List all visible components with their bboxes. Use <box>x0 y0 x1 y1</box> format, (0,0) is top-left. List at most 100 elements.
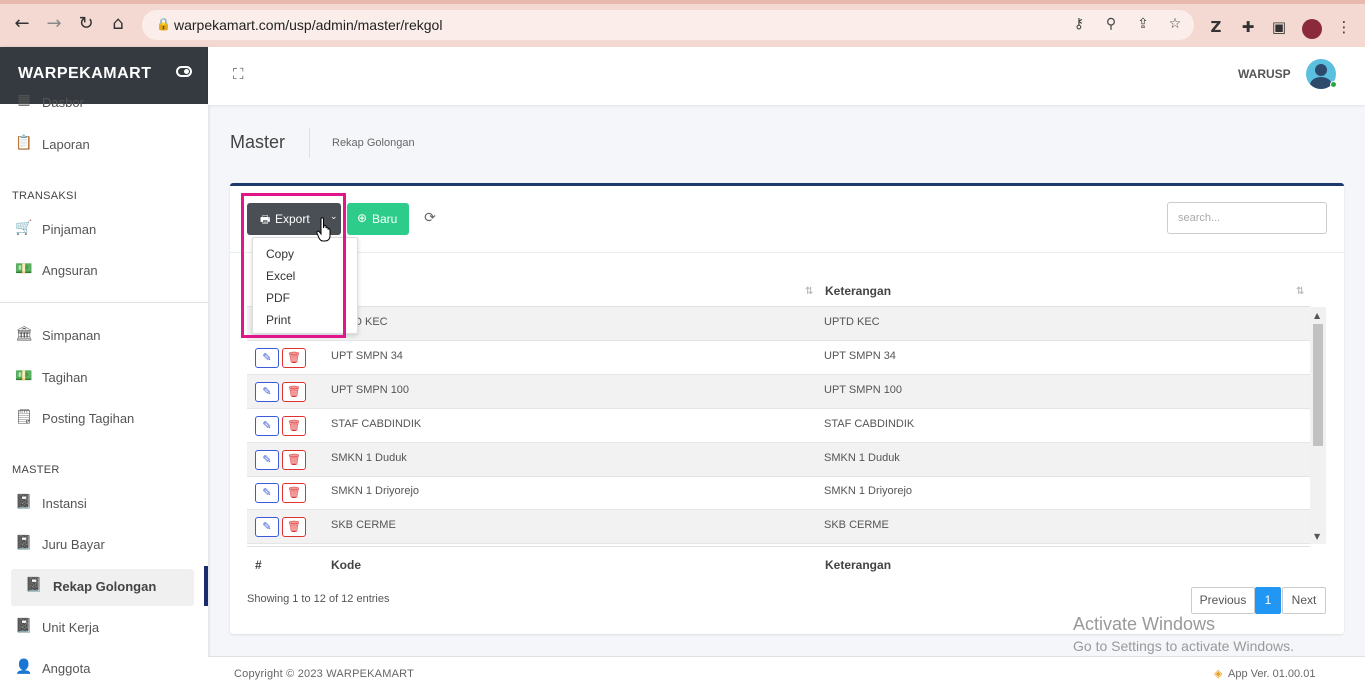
reload-icon[interactable]: ↻ <box>75 13 97 35</box>
lock-icon: 🔒 <box>156 17 171 31</box>
user-name[interactable]: WARUSP <box>1238 67 1291 81</box>
pagination-next[interactable]: Next <box>1282 587 1326 614</box>
trash-icon[interactable]: 🗑 <box>282 382 306 402</box>
clipboard-icon: 📋 <box>15 135 33 151</box>
extension-z-icon[interactable]: Z <box>1205 18 1227 40</box>
sidebar-item-laporan[interactable]: 📋 Laporan <box>0 126 208 162</box>
book-icon: 📓 <box>15 535 33 551</box>
sidebar: WARPEKAMART ▦ Dasbor 📋 Laporan TRANSAKSI… <box>0 47 208 694</box>
column-header-keterangan[interactable]: Keterangan <box>825 284 891 298</box>
table-row: ✎ 🗑 SMKN 1 Driyorejo SMKN 1 Driyorejo <box>247 476 1310 510</box>
section-header-master: MASTER <box>12 464 60 476</box>
sidebar-item-label: Laporan <box>42 137 90 152</box>
back-icon[interactable]: ← <box>11 13 33 35</box>
share-icon[interactable]: ⇪ <box>1134 16 1152 34</box>
footer-copyright: Copyright © 2023 WARPEKAMART <box>234 668 414 680</box>
sidebar-item-label: Rekap Golongan <box>53 579 157 594</box>
table-body: D KEC UPTD KEC ✎ 🗑 UPT SMPN 34 UPT SMPN … <box>247 307 1310 544</box>
sidebar-item-label: Tagihan <box>42 370 88 385</box>
export-copy[interactable]: Copy <box>266 247 294 261</box>
sidebar-item-anggota[interactable]: 👤 Anggota <box>0 650 208 686</box>
sidebar-toggle-icon[interactable] <box>176 66 192 77</box>
edit-icon[interactable]: ✎ <box>255 382 279 402</box>
money-icon: 💵 <box>15 368 33 384</box>
scroll-up-icon[interactable]: ▲ <box>1314 311 1320 320</box>
sort-icon[interactable]: ⇅ <box>805 283 813 297</box>
cell-keterangan: SMKN 1 Duduk <box>824 452 900 464</box>
cell-keterangan: UPT SMPN 34 <box>824 350 896 362</box>
title-divider <box>309 128 310 158</box>
online-status-dot <box>1330 81 1337 88</box>
trash-icon[interactable]: 🗑 <box>282 483 306 503</box>
edit-icon[interactable]: ✎ <box>255 450 279 470</box>
table-scrollbar[interactable]: ▲ ▼ <box>1310 307 1326 544</box>
table-row: ✎ 🗑 STAF CABDINDIK STAF CABDINDIK <box>247 409 1310 443</box>
browser-profile-avatar[interactable] <box>1302 19 1322 39</box>
cell-kode: D KEC <box>354 316 388 328</box>
zoom-icon[interactable]: ⚲ <box>1102 16 1120 34</box>
extensions-puzzle-icon[interactable]: ✚ <box>1237 18 1259 40</box>
home-icon[interactable]: ⌂ <box>107 13 129 35</box>
table-row: D KEC UPTD KEC <box>247 307 1310 341</box>
sidebar-item-instansi[interactable]: 📓 Instansi <box>0 485 208 521</box>
add-new-button-label: Baru <box>372 212 398 226</box>
windows-activation-watermark: Activate Windows <box>1073 614 1216 634</box>
sidebar-item-tagihan[interactable]: 💵 Tagihan <box>0 359 208 395</box>
table-row: ✎ 🗑 UPT SMPN 34 UPT SMPN 34 <box>247 341 1310 375</box>
key-icon[interactable]: ⚷ <box>1070 16 1088 34</box>
scrollbar-thumb[interactable] <box>1313 324 1323 446</box>
table-row: ✎ 🗑 UPT SMPN 100 UPT SMPN 100 <box>247 375 1310 409</box>
forward-icon[interactable]: → <box>43 13 65 35</box>
sidebar-item-pinjaman[interactable]: 🛒 Pinjaman <box>0 211 208 247</box>
pagination-page-1[interactable]: 1 <box>1255 587 1281 614</box>
sidebar-item-posting-tagihan[interactable]: 🗒 Posting Tagihan <box>0 400 208 436</box>
edit-icon[interactable]: ✎ <box>255 483 279 503</box>
export-pdf[interactable]: PDF <box>266 291 290 305</box>
edit-icon[interactable]: ✎ <box>255 416 279 436</box>
table-row: ✎ 🗑 SMKN 1 Duduk SMKN 1 Duduk <box>247 443 1310 477</box>
side-panel-icon[interactable]: ▣ <box>1268 18 1290 40</box>
browser-menu-icon[interactable]: ⋮ <box>1333 18 1355 40</box>
export-excel[interactable]: Excel <box>266 269 295 283</box>
pagination-previous[interactable]: Previous <box>1191 587 1255 614</box>
trash-icon[interactable]: 🗑 <box>282 517 306 537</box>
windows-activation-hint: Go to Settings to activate Windows. <box>1073 638 1294 654</box>
plus-circle-icon: ⊕ <box>357 211 368 225</box>
table-footer-divider <box>247 546 1310 547</box>
section-header-transaksi: TRANSAKSI <box>12 190 78 202</box>
cell-keterangan: SMKN 1 Driyorejo <box>824 485 913 497</box>
cart-icon: 🛒 <box>15 220 33 236</box>
search-input[interactable] <box>1167 202 1327 234</box>
trash-icon[interactable]: 🗑 <box>282 416 306 436</box>
book-icon: 📓 <box>15 494 33 510</box>
sidebar-item-juru-bayar[interactable]: 📓 Juru Bayar <box>0 526 208 562</box>
sidebar-item-angsuran[interactable]: 💵 Angsuran <box>0 252 208 288</box>
user-icon: 👤 <box>15 659 33 675</box>
sidebar-item-label: Anggota <box>42 661 91 676</box>
address-bar[interactable]: 🔒 warpekamart.com/usp/admin/master/rekgo… <box>142 10 1194 40</box>
footer-version: App Ver. 01.00.01 <box>1228 668 1316 680</box>
trash-icon[interactable]: 🗑 <box>282 348 306 368</box>
scroll-down-icon[interactable]: ▼ <box>1314 532 1320 541</box>
sidebar-item-rekap-golongan[interactable]: 📓 Rekap Golongan <box>0 568 208 604</box>
refresh-icon[interactable]: ⟳ <box>422 210 438 226</box>
bookmark-star-icon[interactable]: ☆ <box>1166 16 1184 34</box>
sidebar-item-unit-kerja[interactable]: 📓 Unit Kerja <box>0 609 208 645</box>
dashboard-icon: ▦ <box>17 92 31 108</box>
export-print[interactable]: Print <box>266 313 291 327</box>
add-new-button[interactable]: ⊕ Baru <box>347 203 409 235</box>
breadcrumb: Rekap Golongan <box>332 137 415 149</box>
sidebar-item-dasbor[interactable]: ▦ Dasbor <box>0 89 208 125</box>
sidebar-item-label: Angsuran <box>42 263 98 278</box>
edit-icon[interactable]: ✎ <box>255 517 279 537</box>
sort-icon[interactable]: ⇅ <box>1296 283 1304 297</box>
table-info: Showing 1 to 12 of 12 entries <box>247 593 390 605</box>
sidebar-item-simpanan[interactable]: 🏛 Simpanan <box>0 317 208 353</box>
table-row: ✎ 🗑 SKB CERME SKB CERME <box>247 510 1310 544</box>
trash-icon[interactable]: 🗑 <box>282 450 306 470</box>
card-header-divider <box>230 252 1344 253</box>
fullscreen-icon[interactable]: ⛶ <box>233 66 249 82</box>
edit-icon[interactable]: ✎ <box>255 348 279 368</box>
url-text[interactable]: warpekamart.com/usp/admin/master/rekgol <box>174 17 442 33</box>
cell-keterangan: UPT SMPN 100 <box>824 384 903 396</box>
